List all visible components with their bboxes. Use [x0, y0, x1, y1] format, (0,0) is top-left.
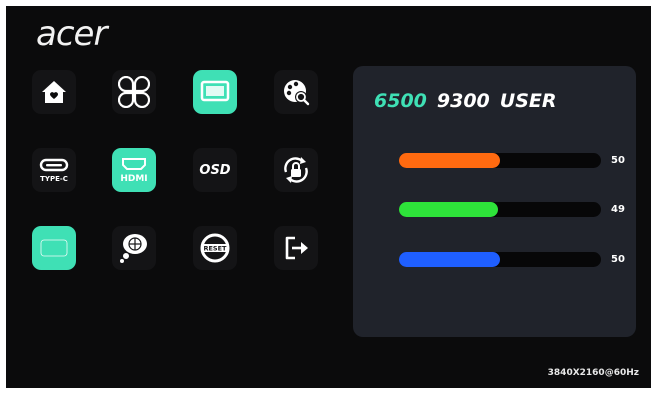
green-slider[interactable] [399, 202, 601, 217]
menu-display[interactable] [193, 70, 237, 114]
menu-osd[interactable]: OSD [193, 148, 237, 192]
home-icon [42, 81, 66, 103]
green-value: 49 [611, 204, 625, 215]
menu-exit[interactable] [274, 226, 318, 270]
osd-icon: OSD [199, 162, 231, 178]
menu-color[interactable] [274, 70, 318, 114]
temp-option-6500[interactable]: 6500 [374, 90, 427, 112]
menu-hdmi[interactable]: HDMI [112, 148, 156, 192]
display-icon [200, 80, 230, 102]
hdmi-icon: HDMI [120, 158, 148, 184]
menu-layout[interactable] [112, 70, 156, 114]
reset-icon: RESET [200, 233, 230, 263]
blue-slider-fill [399, 252, 500, 267]
menu-home[interactable] [32, 70, 76, 114]
red-slider[interactable] [399, 153, 601, 168]
exit-icon [285, 236, 308, 260]
temp-option-user[interactable]: USER [500, 90, 557, 112]
palette-icon [284, 80, 310, 106]
type-c-icon: TYPE-C [39, 158, 69, 183]
blue-slider[interactable] [399, 252, 601, 267]
red-value: 50 [611, 155, 625, 166]
blue-value: 50 [611, 254, 625, 265]
reset-label: RESET [203, 245, 227, 253]
green-slider-fill [399, 202, 498, 217]
red-slider-fill [399, 153, 500, 168]
menu-language[interactable] [112, 226, 156, 270]
monitor-osd-screen: acer TYPE-C HDMI OSD RESET 6500 9300 USE… [6, 6, 651, 388]
color-temp-options: 6500 9300 USER [374, 90, 557, 112]
menu-reset[interactable]: RESET [193, 226, 237, 270]
color-temp-panel: 6500 9300 USER 50 49 50 [353, 66, 636, 337]
type-c-label: TYPE-C [40, 175, 68, 183]
temp-option-9300[interactable]: 9300 [437, 90, 490, 112]
resolution-status: 3840X2160@60Hz [547, 368, 639, 378]
menu-lock[interactable] [274, 148, 318, 192]
four-petal-icon [118, 76, 150, 108]
rotate-lock-icon [284, 157, 308, 183]
globe-chat-icon [120, 234, 147, 263]
input-box-icon [40, 239, 68, 257]
acer-logo: acer [36, 14, 107, 54]
hdmi-label: HDMI [120, 174, 147, 184]
menu-input[interactable] [32, 226, 76, 270]
menu-type-c[interactable]: TYPE-C [32, 148, 76, 192]
